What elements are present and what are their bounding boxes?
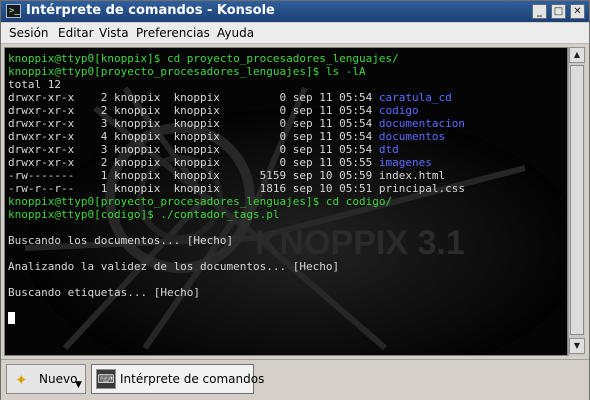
- terminal-text: Buscando etiquetas... [Hecho]: [8, 286, 201, 299]
- terminal-output: knoppix@ttyp0[knoppix]$ cd proyecto_proc…: [8, 52, 465, 325]
- terminal-text: -rw------- 1 knoppix knoppix 5159 sep 10…: [8, 169, 446, 182]
- terminal-text: drwxr-xr-x 3 knoppix knoppix 0 sep 11 05…: [8, 143, 379, 156]
- terminal-line: drwxr-xr-x 2 knoppix knoppix 0 sep 11 05…: [8, 91, 465, 104]
- terminal-text: -rw-r--r-- 1 knoppix knoppix 1816 sep 10…: [8, 182, 465, 195]
- maximize-button[interactable]: □: [551, 4, 566, 19]
- terminal-line: drwxr-xr-x 4 knoppix knoppix 0 sep 11 05…: [8, 130, 465, 143]
- terminal-text: drwxr-xr-x 2 knoppix knoppix 0 sep 11 05…: [8, 156, 379, 169]
- scroll-up-arrow[interactable]: ▲: [569, 47, 585, 63]
- terminal-text: knoppix@ttyp0[proyecto_procesadores_leng…: [8, 65, 366, 78]
- terminal-line: knoppix@ttyp0[proyecto_procesadores_leng…: [8, 195, 465, 208]
- terminal-text: knoppix@ttyp0[knoppix]$ cd proyecto_proc…: [8, 52, 399, 65]
- scroll-thumb[interactable]: [570, 65, 584, 335]
- dropdown-arrow-icon[interactable]: ▼: [75, 380, 82, 390]
- new-session-button[interactable]: ✦ Nuevo ▼: [6, 364, 86, 394]
- session-tab-bar: ✦ Nuevo ▼ ⌨ Intérprete de comandos: [1, 359, 589, 400]
- menu-preferencias[interactable]: Preferencias: [136, 26, 210, 40]
- session-tab-label: Intérprete de comandos: [120, 372, 265, 386]
- menu-vista[interactable]: Vista: [99, 26, 129, 40]
- terminal-line: knoppix@ttyp0[codigo]$ ./contador_tags.p…: [8, 208, 465, 221]
- close-button[interactable]: ✕: [570, 4, 585, 19]
- terminal-text: imagenes: [378, 156, 432, 169]
- terminal-text: knoppix@ttyp0[codigo]$ ./contador_tags.p…: [8, 208, 280, 221]
- terminal-line: Analizando la validez de los documentos.…: [8, 260, 465, 273]
- terminal-session-icon: ⌨: [96, 369, 116, 389]
- terminal-line: -rw-r--r-- 1 knoppix knoppix 1816 sep 10…: [8, 182, 465, 195]
- terminal-text: drwxr-xr-x 4 knoppix knoppix 0 sep 11 05…: [8, 130, 379, 143]
- terminal-line: [8, 312, 465, 325]
- terminal-text: drwxr-xr-x 2 knoppix knoppix 0 sep 11 05…: [8, 104, 379, 117]
- terminal-text: Analizando la validez de los documentos.…: [8, 260, 340, 273]
- menu-sesion[interactable]: Sesión: [9, 26, 49, 40]
- terminal-icon[interactable]: >_: [6, 4, 21, 18]
- terminal-text: codigo: [378, 104, 419, 117]
- window-title: Intérprete de comandos - Konsole: [26, 3, 275, 18]
- terminal-line: drwxr-xr-x 3 knoppix knoppix 0 sep 11 05…: [8, 117, 465, 130]
- menu-editar[interactable]: Editar: [58, 26, 94, 40]
- terminal-text: knoppix@ttyp0[proyecto_procesadores_leng…: [8, 195, 393, 208]
- menu-ayuda[interactable]: Ayuda: [217, 26, 254, 40]
- konsole-window: >_ Intérprete de comandos - Konsole _ □ …: [0, 0, 590, 400]
- menu-bar: Sesión Editar Vista Preferencias Ayuda: [1, 23, 589, 44]
- vertical-scrollbar[interactable]: ▲ ▼: [568, 47, 585, 356]
- terminal-line: drwxr-xr-x 2 knoppix knoppix 0 sep 11 05…: [8, 104, 465, 117]
- title-bar[interactable]: >_ Intérprete de comandos - Konsole _ □ …: [1, 1, 589, 22]
- terminal-line: drwxr-xr-x 2 knoppix knoppix 0 sep 11 05…: [8, 156, 465, 169]
- terminal-line: total 12: [8, 78, 465, 91]
- terminal-line: knoppix@ttyp0[knoppix]$ cd proyecto_proc…: [8, 52, 465, 65]
- terminal-text: Buscando los documentos... [Hecho]: [8, 234, 234, 247]
- terminal-line: -rw------- 1 knoppix knoppix 5159 sep 10…: [8, 169, 465, 182]
- terminal-text: documentos: [378, 130, 446, 143]
- terminal-line: Buscando etiquetas... [Hecho]: [8, 286, 465, 299]
- terminal-line: knoppix@ttyp0[proyecto_procesadores_leng…: [8, 65, 465, 78]
- terminal-text: drwxr-xr-x 2 knoppix knoppix 0 sep 11 05…: [8, 91, 379, 104]
- session-tab-interprete[interactable]: ⌨ Intérprete de comandos: [91, 364, 264, 394]
- terminal-text: total 12: [8, 78, 61, 91]
- terminal-text: drwxr-xr-x 3 knoppix knoppix 0 sep 11 05…: [8, 117, 379, 130]
- terminal-area[interactable]: KNOPPIX 3.1 knoppix@ttyp0[knoppix]$ cd p…: [4, 47, 568, 356]
- new-session-label: Nuevo: [39, 372, 78, 386]
- terminal-text: dtd: [378, 143, 399, 156]
- text-cursor: [8, 312, 15, 324]
- new-session-icon: ✦: [15, 371, 28, 389]
- terminal-text: caratula_cd: [378, 91, 452, 104]
- terminal-line: drwxr-xr-x 3 knoppix knoppix 0 sep 11 05…: [8, 143, 465, 156]
- scroll-down-arrow[interactable]: ▼: [569, 338, 585, 354]
- terminal-line: Buscando los documentos... [Hecho]: [8, 234, 465, 247]
- minimize-button[interactable]: _: [532, 4, 547, 19]
- terminal-text: documentacion: [378, 117, 465, 130]
